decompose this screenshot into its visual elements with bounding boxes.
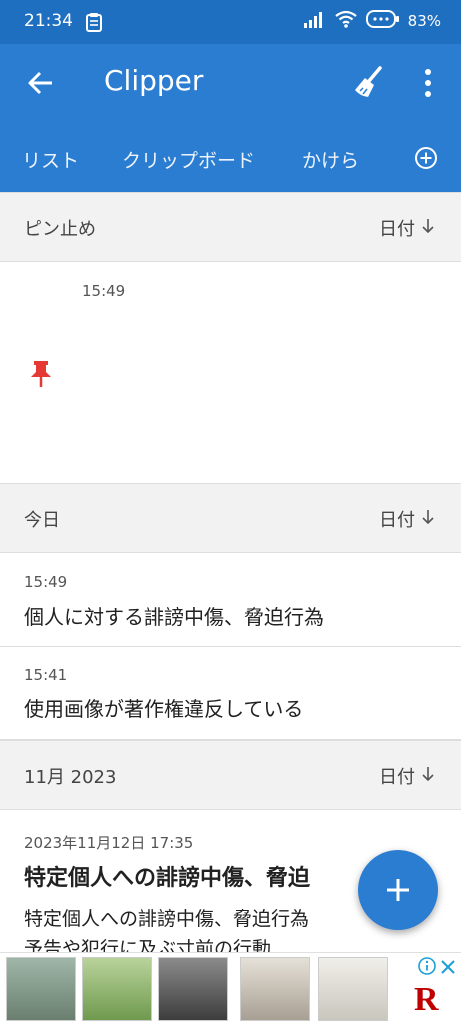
- section-label: 11月 2023: [24, 767, 117, 788]
- section-month: 11月 2023 日付: [0, 740, 461, 810]
- add-circle-icon[interactable]: [414, 146, 438, 170]
- back-arrow-icon[interactable]: [26, 68, 56, 98]
- sort-button[interactable]: 日付: [379, 506, 435, 532]
- tab-bar: リスト クリップボード かけら: [0, 126, 461, 192]
- ad-image[interactable]: [6, 957, 76, 1021]
- battery-icon: [365, 10, 400, 32]
- app-bar: Clipper: [0, 44, 461, 126]
- arrow-down-icon: [421, 218, 435, 239]
- item-text: 特定個人への誹謗中傷、脅迫行為: [24, 908, 310, 930]
- list-item[interactable]: 15:49 個人に対する誹謗中傷、脅迫行為: [0, 553, 461, 647]
- clipboard-icon: [86, 12, 102, 36]
- close-icon[interactable]: [440, 959, 456, 975]
- item-text: 予告や犯行に及ぶ寸前の行動: [24, 938, 272, 952]
- ad-image[interactable]: [318, 957, 388, 1021]
- item-time: 15:49: [24, 573, 68, 591]
- status-time: 21:34: [24, 11, 73, 31]
- pinned-item[interactable]: 15:49: [0, 262, 461, 482]
- app-title: Clipper: [104, 64, 204, 97]
- ad-banner[interactable]: R: [0, 952, 461, 1024]
- add-fab-button[interactable]: [358, 850, 438, 930]
- sort-label: 日付: [379, 219, 415, 240]
- battery-percent: 83%: [407, 12, 441, 30]
- ad-image[interactable]: [158, 957, 228, 1021]
- tab-snippets[interactable]: かけら: [302, 146, 359, 173]
- tab-list[interactable]: リスト: [22, 146, 79, 173]
- arrow-down-icon: [421, 766, 435, 787]
- sort-button[interactable]: 日付: [379, 763, 435, 789]
- item-text: 個人に対する誹謗中傷、脅迫行為: [24, 605, 324, 629]
- signal-icon: [303, 10, 326, 32]
- list-item[interactable]: 15:41 使用画像が著作権違反している: [0, 647, 461, 740]
- wifi-icon: [334, 10, 358, 32]
- item-text: 使用画像が著作権違反している: [24, 697, 304, 721]
- plus-icon: [387, 879, 409, 901]
- sort-label: 日付: [379, 510, 415, 531]
- section-today: 今日 日付: [0, 483, 461, 553]
- section-label: 今日: [24, 510, 60, 531]
- ad-image[interactable]: [240, 957, 310, 1021]
- sort-label: 日付: [379, 767, 415, 788]
- item-title: 特定個人への誹謗中傷、脅迫: [24, 866, 311, 891]
- tab-clipboard[interactable]: クリップボード: [122, 146, 255, 173]
- pin-icon: [30, 360, 52, 392]
- ad-logo[interactable]: R: [414, 981, 439, 1019]
- item-time: 15:49: [82, 282, 126, 300]
- section-pinned: ピン止め 日付: [0, 192, 461, 262]
- item-time: 2023年11月12日 17:35: [24, 834, 194, 852]
- ad-image[interactable]: [82, 957, 152, 1021]
- item-time: 15:41: [24, 666, 68, 684]
- more-vert-icon[interactable]: [416, 66, 440, 102]
- status-bar: 21:34 83%: [0, 0, 461, 44]
- section-label: ピン止め: [24, 219, 96, 240]
- arrow-down-icon: [421, 509, 435, 530]
- sort-button[interactable]: 日付: [379, 215, 435, 241]
- broom-icon[interactable]: [352, 66, 384, 100]
- info-icon[interactable]: [418, 957, 436, 975]
